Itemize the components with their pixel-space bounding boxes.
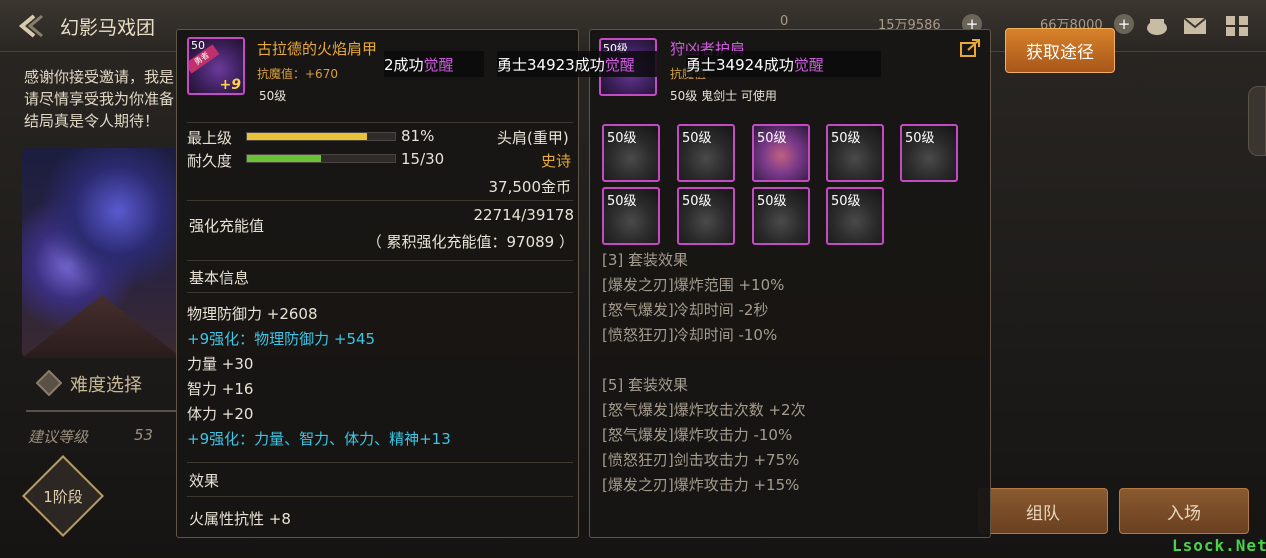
set-item-level: 50级 [607,131,637,146]
set-item-slot[interactable]: 50级 [602,187,660,245]
notice-text: 勇士34924成功 [686,55,794,74]
effect-label: 效果 [189,472,220,490]
notice-awaken: 觉醒 [793,55,824,74]
difficulty-select-label[interactable]: 难度选择 [70,371,142,397]
divider [187,200,573,201]
set-item-level: 50级 [831,194,861,209]
max-level-bar [246,132,396,141]
max-level-label: 最上级 [187,129,233,147]
notice-bar-mid: 勇士34923成功 觉醒 [497,51,657,77]
set-item-level: 50级 [905,131,935,146]
team-button[interactable]: 组队 [978,488,1108,534]
notice-text: 2成功 [384,55,424,74]
add-gold-button[interactable]: + [1114,14,1134,34]
set-effect-line: [爆发之刃]爆炸攻击力 +15% [602,476,800,494]
set-item-slot[interactable]: 50级 [752,124,810,182]
notice-bar-right: 勇士34924成功 觉醒 [686,51,881,77]
item-price: 37,500金币 [488,178,572,196]
recommended-level-value: 53 [134,426,154,444]
reinforce-total: （ 累积强化充能值：97089 ） [366,233,574,251]
notice-text: 勇士34923成功 [497,55,605,74]
item-icon-upgrade: +9 [219,77,241,93]
divider [187,292,573,293]
max-level-bar-fill [247,133,367,140]
back-arrow-icon [18,14,43,38]
set-item-slot[interactable]: 50级 [602,124,660,182]
set-item-level: 50级 [831,131,861,146]
set-effect-line: [怒气爆发]爆炸攻击力 -10% [602,426,793,444]
resource-count-1: 0 [780,14,789,29]
notice-bar-left: 2成功 觉醒 [384,51,484,77]
reinforce-label: 强化充能值 [189,217,265,235]
recommended-level-label: 建议等级 [28,428,89,446]
cauldron-icon[interactable] [1142,12,1172,40]
notice-awaken: 觉醒 [423,55,454,74]
set-item-slot[interactable]: 50级 [677,187,735,245]
scene-title: 幻影马戏团 [60,17,156,39]
compared-item-tooltip: 50级 狩凶者护肩 抗魔值 50级 鬼剑士 可使用 50级 50级 50级 50… [589,29,991,538]
acquire-route-button[interactable]: 获取途径 [1005,28,1115,73]
durability-bar-fill [247,155,321,162]
menu-icon[interactable] [1222,12,1252,40]
demon-resist: 抗魔值：+670 [257,67,338,81]
circus-tent-image [22,295,182,358]
item-level: 50级 [259,89,287,103]
stat-line: 智力 +16 [187,380,254,398]
difficulty-icon [36,370,62,396]
set-item-slot[interactable]: 50级 [900,124,958,182]
side-panel-tab[interactable] [1248,86,1266,156]
mail-icon[interactable] [1180,12,1210,40]
divider [187,260,573,261]
set-item-slot[interactable]: 50级 [752,187,810,245]
durability-value: 15/30 [401,150,445,168]
set-effect-line: [3] 套装效果 [602,251,689,269]
back-button[interactable] [10,8,50,44]
set-item-level: 50级 [682,131,712,146]
stage-label[interactable]: 1阶段 [28,486,98,507]
notice-awaken: 觉醒 [604,55,635,74]
set-item-level: 50级 [682,194,712,209]
set-item-slot[interactable]: 50级 [826,124,884,182]
divider [187,122,573,123]
set-effect-line: [愤怒狂刃]冷却时间 -10% [602,326,778,344]
durability-bar [246,154,396,163]
dungeon-artwork [22,148,182,358]
item-name: 古拉德的火焰肩甲 [257,40,378,58]
set-item-slot[interactable]: 50级 [826,187,884,245]
divider [187,462,573,463]
enter-button[interactable]: 入场 [1119,488,1249,534]
dungeon-intro-text: 感谢你接受邀请，我是 请尽情享受我为你准备 结局真是令人期待！ [24,68,175,130]
watermark: Lsock.Net [1172,536,1266,555]
stat-line: 体力 +20 [187,405,254,423]
durability-label: 耐久度 [187,152,233,170]
reinforce-value: 22714/39178 [473,206,575,224]
set-item-slot[interactable]: 50级 [677,124,735,182]
stat-line: +9强化：物理防御力 +545 [187,330,376,348]
item-icon: 50 勇者 +9 [187,37,245,95]
difficulty-divider [26,410,176,412]
stat-line: 力量 +30 [187,355,254,373]
divider [187,496,573,497]
share-icon[interactable] [959,38,981,58]
slot-type: 头肩(重甲) [497,129,569,147]
rarity: 史诗 [541,152,572,170]
effect-value: 火属性抗性 +8 [189,510,291,528]
set-item-level: 50级 [757,194,787,209]
set-effect-line: [愤怒狂刃]剑击攻击力 +75% [602,451,800,469]
set-item-level: 50级 [757,131,787,146]
stat-line: +9强化：力量、智力、体力、精神+13 [187,430,451,448]
set-item-level: 50级 [607,194,637,209]
equipped-item-tooltip: 50 勇者 +9 古拉德的火焰肩甲 抗魔值：+670 50级 最上级 81% 头… [176,29,579,538]
set-effect-line: [爆发之刃]爆炸范围 +10% [602,276,785,294]
set-effect-line: [怒气爆发]冷却时间 -2秒 [602,301,769,319]
max-level-pct: 81% [401,127,435,145]
compared-item-level-info: 50级 鬼剑士 可使用 [670,89,777,103]
basic-info-label: 基本信息 [189,269,250,287]
stat-line: 物理防御力 +2608 [187,305,318,323]
set-effect-line: [怒气爆发]爆炸攻击次数 +2次 [602,401,806,419]
set-effect-line: [5] 套装效果 [602,376,689,394]
